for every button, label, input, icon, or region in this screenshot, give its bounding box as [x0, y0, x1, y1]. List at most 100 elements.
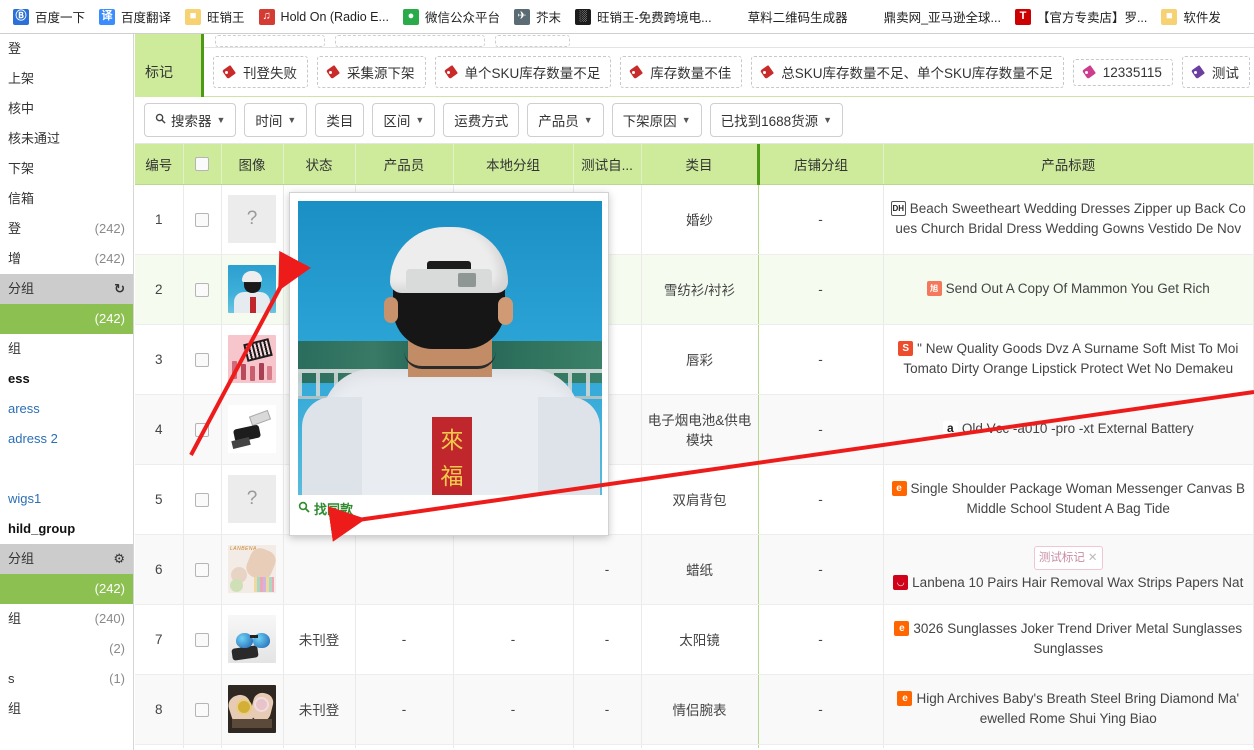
- row-image-cell[interactable]: [221, 254, 284, 325]
- bookmark-item[interactable]: 译百度翻译: [92, 5, 178, 28]
- table-row[interactable]: 8 未刊登 - - - 情侣腕表 - e High Archives Baby's Breath…: [135, 674, 1254, 745]
- row-checkbox-cell[interactable]: [183, 324, 222, 395]
- bookmark-item[interactable]: ✈ 芥末: [507, 5, 568, 28]
- bookmark-item[interactable]: ░ 草料二维码生成器: [719, 5, 855, 28]
- product-title-line-1[interactable]: DH Beach Sweetheart Wedding Dresses Zippe…: [888, 199, 1250, 219]
- col-header-index[interactable]: 编号: [135, 144, 184, 185]
- sidebar-item[interactable]: wigs1: [0, 484, 133, 514]
- row-image-cell[interactable]: LANBENA: [221, 534, 284, 605]
- col-header-local-group[interactable]: 本地分组: [453, 144, 574, 185]
- product-title-line-1[interactable]: S " New Quality Goods Dvz A Surname Soft …: [888, 339, 1250, 359]
- row-product-title[interactable]: e 3026 Sunglasses Joker Trend Driver Meta…: [883, 604, 1254, 675]
- sidebar-item[interactable]: 下架: [0, 154, 133, 184]
- bookmark-item[interactable]: ■ 旺销王: [178, 5, 252, 28]
- sidebar-item[interactable]: 核中: [0, 94, 133, 124]
- refresh-icon[interactable]: ↻: [114, 274, 125, 304]
- row-checkbox-cell[interactable]: [183, 604, 222, 675]
- filter-button[interactable]: 时间 ▼: [244, 103, 308, 137]
- filter-button[interactable]: 区间 ▼: [372, 103, 436, 137]
- row-product-title[interactable]: DH Beach Sweetheart Wedding Dresses Zippe…: [883, 184, 1254, 255]
- filter-button[interactable]: 运费方式: [443, 103, 520, 137]
- col-header-checkbox[interactable]: [183, 144, 222, 185]
- thumbnail-image[interactable]: [228, 685, 276, 733]
- tag-pill[interactable]: 总SKU库存数量不足、单个SKU库存数量不足: [751, 56, 1064, 88]
- sidebar-item[interactable]: 信箱: [0, 184, 133, 214]
- row-checkbox[interactable]: [195, 492, 209, 507]
- thumbnail-placeholder[interactable]: ?: [228, 475, 276, 523]
- thumbnail-image[interactable]: [228, 335, 276, 383]
- row-checkbox[interactable]: [195, 562, 209, 577]
- sidebar-item[interactable]: ↻ 分组: [0, 274, 133, 304]
- sidebar-item[interactable]: 登: [0, 34, 133, 64]
- row-product-title[interactable]: a Old Vcc -a010 -pro -xt External Battery: [883, 394, 1254, 465]
- thumbnail-image[interactable]: [228, 615, 276, 663]
- row-image-cell[interactable]: [221, 744, 284, 748]
- col-header-title[interactable]: 产品标题: [883, 144, 1254, 185]
- sidebar-item[interactable]: aress: [0, 394, 133, 424]
- sidebar-item[interactable]: (2): [0, 634, 133, 664]
- row-checkbox-cell[interactable]: [183, 744, 222, 748]
- tag-pill[interactable]: 测试: [1181, 56, 1250, 88]
- sidebar-item[interactable]: hild_group: [0, 514, 133, 544]
- row-checkbox-cell[interactable]: [183, 464, 222, 535]
- sidebar-item[interactable]: 组: [0, 334, 133, 364]
- col-header-status[interactable]: 状态: [283, 144, 356, 185]
- thumbnail-image[interactable]: LANBENA: [228, 545, 276, 593]
- sidebar-item[interactable]: ess: [0, 364, 133, 394]
- bookmark-item[interactable]: Ⓑ 百度一下: [6, 5, 92, 28]
- row-checkbox[interactable]: [195, 212, 209, 227]
- sidebar-item[interactable]: (242) 登: [0, 214, 133, 244]
- row-image-cell[interactable]: ?: [221, 184, 284, 255]
- bookmark-item[interactable]: ■ 软件发: [1154, 5, 1228, 28]
- row-checkbox-cell[interactable]: [183, 534, 222, 605]
- row-product-title[interactable]: eBusiness Affairs Leisure Time Man Wrist…: [883, 744, 1254, 748]
- find-similar-link[interactable]: 找同款: [298, 499, 600, 518]
- sidebar-item[interactable]: [0, 454, 133, 484]
- thumbnail-image[interactable]: [228, 405, 276, 453]
- row-checkbox-cell[interactable]: [183, 674, 222, 745]
- row-checkbox-cell[interactable]: [183, 254, 222, 325]
- col-header-category[interactable]: 类目: [641, 144, 760, 185]
- sidebar-item[interactable]: 上架: [0, 64, 133, 94]
- col-header-test-auto[interactable]: 测试自...: [573, 144, 642, 185]
- table-row[interactable]: 9未刊登---情侣腕表-eBusiness Affairs Leisure Ti…: [135, 744, 1254, 748]
- row-product-title[interactable]: e High Archives Baby's Breath Steel Bring…: [883, 674, 1254, 745]
- row-product-title[interactable]: 旭 Send Out A Copy Of Mammon You Get Rich: [883, 254, 1254, 325]
- row-image-cell[interactable]: [221, 324, 284, 395]
- filter-button[interactable]: 产品员 ▼: [527, 103, 604, 137]
- product-title-line-1[interactable]: 旭 Send Out A Copy Of Mammon You Get Rich: [888, 279, 1250, 299]
- product-title-line-1[interactable]: e Single Shoulder Package Woman Messenger…: [888, 479, 1250, 499]
- sidebar-item[interactable]: (240) 组: [0, 604, 133, 634]
- tag-pill[interactable]: 单个SKU库存数量不足: [434, 56, 612, 88]
- gear-icon[interactable]: ⚙: [113, 544, 125, 574]
- sidebar-item[interactable]: 组: [0, 694, 133, 724]
- row-tag-badge[interactable]: 测试标记 ✕: [1033, 545, 1103, 570]
- col-header-operator[interactable]: 产品员: [355, 144, 454, 185]
- sidebar-item[interactable]: (1) s: [0, 664, 133, 694]
- product-title-line-1[interactable]: e High Archives Baby's Breath Steel Bring…: [888, 689, 1250, 709]
- row-product-title[interactable]: 测试标记 ✕ ◡ Lanbena 10 Pairs Hair Removal Wax …: [883, 534, 1254, 605]
- select-all-checkbox[interactable]: [195, 157, 209, 172]
- thumbnail-image[interactable]: [228, 265, 276, 313]
- filter-button[interactable]: 下架原因 ▼: [611, 103, 702, 137]
- row-image-cell[interactable]: [221, 674, 284, 745]
- thumbnail-placeholder[interactable]: ?: [228, 195, 276, 243]
- row-checkbox[interactable]: [195, 632, 209, 647]
- filter-button[interactable]: 类目: [315, 103, 365, 137]
- col-header-shop-group[interactable]: 店铺分组: [758, 144, 884, 185]
- sidebar-item[interactable]: (242): [0, 304, 133, 334]
- bookmark-item[interactable]: ♑ 鼎卖网_亚马逊全球...: [855, 5, 1008, 28]
- row-image-cell[interactable]: ?: [221, 464, 284, 535]
- tag-pill[interactable]: 刊登失败: [213, 56, 308, 88]
- row-checkbox[interactable]: [195, 422, 209, 437]
- row-checkbox[interactable]: [195, 352, 209, 367]
- product-title-line-1[interactable]: a Old Vcc -a010 -pro -xt External Battery: [888, 419, 1250, 439]
- sidebar-item[interactable]: (242) 增: [0, 244, 133, 274]
- bookmark-item[interactable]: ♫ Hold On (Radio E...: [252, 7, 396, 27]
- row-product-title[interactable]: S " New Quality Goods Dvz A Surname Soft …: [883, 324, 1254, 395]
- tag-pill[interactable]: 库存数量不佳: [620, 56, 743, 88]
- table-row[interactable]: 6 LANBENA - 蜡纸 - 测试标记 ✕ ◡ Lanbena 10 Pairs Hair …: [135, 534, 1254, 605]
- product-title-line-1[interactable]: e 3026 Sunglasses Joker Trend Driver Meta…: [888, 619, 1250, 639]
- bookmark-item[interactable]: ● 微信公众平台: [396, 5, 507, 28]
- product-title-line-1[interactable]: ◡ Lanbena 10 Pairs Hair Removal Wax Strip…: [888, 573, 1250, 593]
